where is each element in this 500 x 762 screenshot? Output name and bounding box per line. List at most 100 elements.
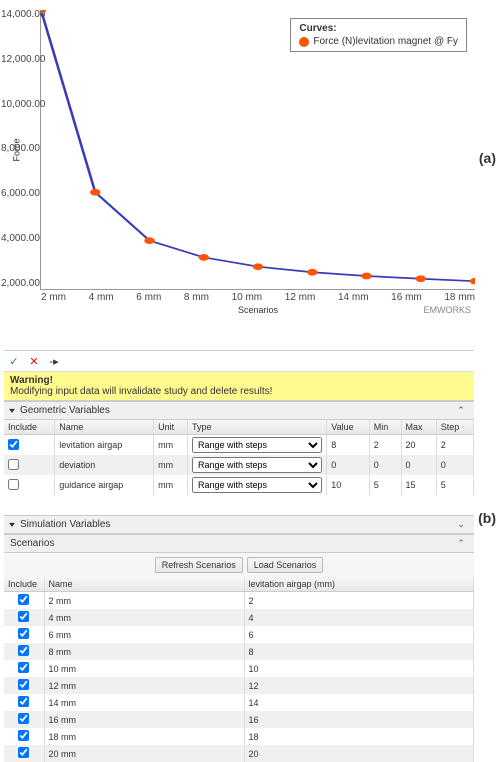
scenario-value: 12 xyxy=(244,677,474,694)
warning-title: Warning! xyxy=(10,375,468,386)
scenario-value: 4 xyxy=(244,609,474,626)
warning-text: Modifying input data will invalidate stu… xyxy=(10,386,468,397)
refresh-scenarios-button[interactable]: Refresh Scenarios xyxy=(155,557,243,573)
x-tick-label: 10 mm xyxy=(232,292,263,303)
x-tick-label: 8 mm xyxy=(184,292,209,303)
include-checkbox[interactable] xyxy=(18,662,29,673)
include-checkbox[interactable] xyxy=(8,459,19,470)
value-cell[interactable]: 8 xyxy=(327,435,369,456)
include-checkbox[interactable] xyxy=(18,645,29,656)
include-cell xyxy=(4,435,55,456)
include-checkbox[interactable] xyxy=(8,479,19,490)
step-cell[interactable]: 2 xyxy=(436,435,473,456)
table-row: 2 mm2 xyxy=(4,592,474,610)
include-checkbox[interactable] xyxy=(18,611,29,622)
include-checkbox[interactable] xyxy=(18,696,29,707)
include-cell xyxy=(4,745,44,762)
column-header[interactable]: Unit xyxy=(154,420,188,435)
scenarios-table: IncludeNamelevitation airgap (mm) 2 mm24… xyxy=(4,577,474,762)
x-axis-ticks: 2 mm4 mm6 mm8 mm10 mm12 mm14 mm16 mm18 m… xyxy=(41,292,475,303)
y-tick-label: 14,000.00 xyxy=(1,10,39,20)
min-cell[interactable]: 2 xyxy=(369,435,401,456)
include-cell xyxy=(4,592,44,610)
section-title: Geometric Variables xyxy=(20,405,110,416)
section-title: Simulation Variables xyxy=(20,519,110,530)
scenario-name: 18 mm xyxy=(44,728,244,745)
scenario-name: 8 mm xyxy=(44,643,244,660)
column-header[interactable]: Include xyxy=(4,577,44,592)
variable-name: guidance airgap xyxy=(55,475,154,495)
x-tick-label: 18 mm xyxy=(444,292,475,303)
data-point xyxy=(144,237,154,244)
max-cell[interactable]: 15 xyxy=(401,475,436,495)
min-cell[interactable]: 5 xyxy=(369,475,401,495)
type-select[interactable]: Range with steps xyxy=(192,437,322,453)
section-scenarios[interactable]: Scenarios ⌃ xyxy=(4,534,474,553)
include-cell xyxy=(4,643,44,660)
include-checkbox[interactable] xyxy=(18,747,29,758)
include-checkbox[interactable] xyxy=(18,594,29,605)
column-header[interactable]: Name xyxy=(55,420,154,435)
cancel-icon[interactable]: ✕ xyxy=(26,353,42,369)
data-point xyxy=(470,278,475,285)
type-select[interactable]: Range with steps xyxy=(192,457,322,473)
column-header[interactable]: levitation airgap (mm) xyxy=(244,577,474,592)
collapse-icon xyxy=(10,519,16,530)
chevron-up-icon[interactable]: ⌃ xyxy=(454,538,468,549)
data-point xyxy=(90,189,100,196)
column-header[interactable]: Include xyxy=(4,420,55,435)
table-row: 6 mm6 xyxy=(4,626,474,643)
scenario-value: 14 xyxy=(244,694,474,711)
x-tick-label: 6 mm xyxy=(136,292,161,303)
type-cell: Range with steps xyxy=(187,455,326,475)
type-select[interactable]: Range with steps xyxy=(192,477,322,493)
table-row: levitation airgapmmRange with steps82202 xyxy=(4,435,474,456)
chevron-down-icon[interactable]: ⌄ xyxy=(454,519,468,530)
scenario-name: 20 mm xyxy=(44,745,244,762)
type-cell: Range with steps xyxy=(187,435,326,456)
table-row: 4 mm4 xyxy=(4,609,474,626)
include-cell xyxy=(4,475,55,495)
chevron-up-icon[interactable]: ⌃ xyxy=(454,405,468,416)
step-cell[interactable]: 5 xyxy=(436,475,473,495)
scenario-value: 16 xyxy=(244,711,474,728)
include-checkbox[interactable] xyxy=(18,730,29,741)
step-cell[interactable]: 0 xyxy=(436,455,473,475)
subfigure-label-a: (a) xyxy=(479,150,496,166)
column-header[interactable]: Value xyxy=(327,420,369,435)
include-cell xyxy=(4,728,44,745)
variable-name: deviation xyxy=(55,455,154,475)
load-scenarios-button[interactable]: Load Scenarios xyxy=(247,557,324,573)
chart-plot-area: Curves: Force (N)levitation magnet @ Fy … xyxy=(40,10,475,290)
column-header[interactable]: Type xyxy=(187,420,326,435)
column-header[interactable]: Name xyxy=(44,577,244,592)
geometric-variables-table: IncludeNameUnitTypeValueMinMaxStep levit… xyxy=(4,420,474,495)
include-checkbox[interactable] xyxy=(18,628,29,639)
table-row: 16 mm16 xyxy=(4,711,474,728)
column-header[interactable]: Step xyxy=(436,420,473,435)
include-cell xyxy=(4,711,44,728)
column-header[interactable]: Min xyxy=(369,420,401,435)
section-simulation-variables[interactable]: Simulation Variables ⌄ xyxy=(4,515,474,534)
max-cell[interactable]: 0 xyxy=(401,455,436,475)
value-cell[interactable]: 10 xyxy=(327,475,369,495)
include-checkbox[interactable] xyxy=(18,679,29,690)
data-point xyxy=(253,263,263,270)
type-cell: Range with steps xyxy=(187,475,326,495)
ok-icon[interactable]: ✓ xyxy=(6,353,22,369)
section-geometric-variables[interactable]: Geometric Variables ⌃ xyxy=(4,401,474,420)
variable-name: levitation airgap xyxy=(55,435,154,456)
min-cell[interactable]: 0 xyxy=(369,455,401,475)
pin-icon[interactable]: -▸ xyxy=(46,353,62,369)
include-checkbox[interactable] xyxy=(18,713,29,724)
table-row: deviationmmRange with steps0000 xyxy=(4,455,474,475)
x-tick-label: 12 mm xyxy=(285,292,316,303)
value-cell[interactable]: 0 xyxy=(327,455,369,475)
column-header[interactable]: Max xyxy=(401,420,436,435)
include-checkbox[interactable] xyxy=(8,439,19,450)
max-cell[interactable]: 20 xyxy=(401,435,436,456)
unit-cell: mm xyxy=(154,475,188,495)
x-tick-label: 2 mm xyxy=(41,292,66,303)
legend-series-label: Force (N)levitation magnet @ Fy xyxy=(313,36,458,47)
x-tick-label: 4 mm xyxy=(89,292,114,303)
